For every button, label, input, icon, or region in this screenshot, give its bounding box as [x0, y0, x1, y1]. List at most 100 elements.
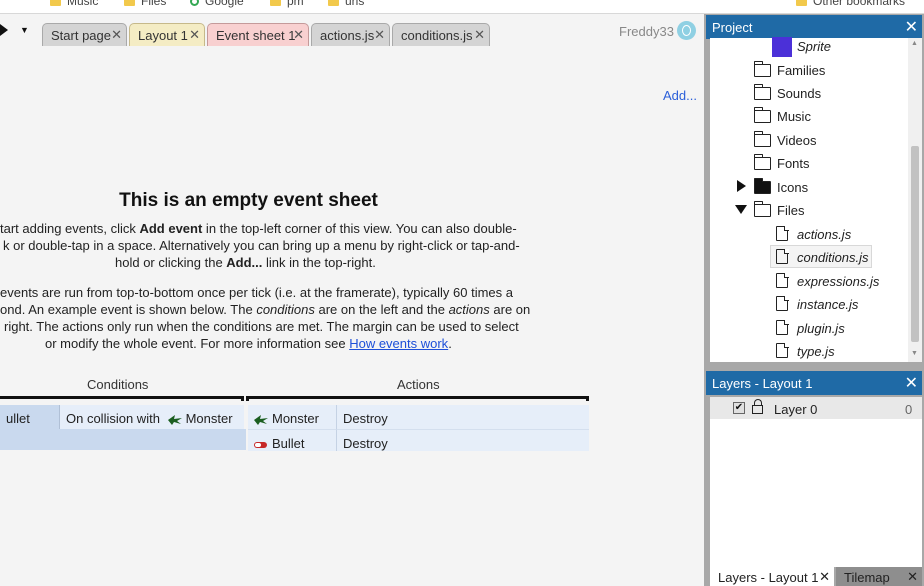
folder-icon — [753, 107, 771, 123]
folder-icon — [753, 84, 771, 100]
layers-list[interactable] — [710, 397, 922, 567]
actions-bracket — [246, 396, 589, 401]
tab-start-page[interactable]: Start page ✕ — [42, 23, 127, 46]
folder-icon — [796, 0, 807, 6]
dropdown-arrow-icon[interactable]: ▼ — [20, 25, 29, 35]
folder-icon — [50, 0, 61, 6]
google-icon — [190, 0, 199, 7]
tree-item-expressions-js[interactable]: expressions.js — [797, 274, 879, 289]
actions-header: Actions — [397, 377, 440, 392]
action-destroy[interactable]: Destroy — [337, 429, 589, 451]
monster-icon — [254, 414, 268, 425]
tree-item-videos[interactable]: Videos — [777, 133, 817, 148]
conditions-header: Conditions — [87, 377, 149, 392]
file-icon — [776, 319, 789, 335]
tree-item-fonts[interactable]: Fonts — [777, 156, 810, 171]
help-text-line: k or double-tap in a space. Alternativel… — [3, 238, 520, 253]
tree-item-files[interactable]: Files — [777, 203, 804, 218]
condition-margin[interactable] — [0, 429, 246, 450]
empty-sheet-title: This is an empty event sheet — [119, 190, 378, 211]
close-icon[interactable]: ✕ — [905, 373, 918, 393]
folder-icon — [753, 178, 771, 194]
bookmark-urls[interactable]: urls — [328, 0, 364, 8]
scrollbar-thumb[interactable] — [911, 146, 919, 342]
folder-icon — [124, 0, 135, 6]
tab-layers-layout-1[interactable]: Layers - Layout 1 ✕ — [710, 567, 834, 586]
close-icon[interactable]: ✕ — [819, 569, 830, 585]
tree-item-actions-js[interactable]: actions.js — [797, 227, 851, 242]
scroll-down-icon[interactable]: ▼ — [911, 350, 918, 357]
monster-icon — [167, 414, 182, 425]
avatar[interactable] — [677, 21, 696, 40]
play-icon[interactable] — [0, 24, 8, 36]
bullet-icon — [254, 441, 267, 448]
tree-item-sounds[interactable]: Sounds — [777, 86, 821, 101]
tab-actions-js[interactable]: actions.js ✕ — [311, 23, 390, 46]
project-scrollbar[interactable]: ▲ ▼ — [908, 38, 922, 362]
action-object-bullet[interactable]: Bullet — [248, 429, 337, 451]
how-events-work-link[interactable]: How events work — [349, 336, 448, 351]
bookmark-pm[interactable]: pm — [270, 0, 304, 8]
tab-bar: ▼ Start page ✕ Layout 1 ✕ Event sheet 1 ✕ a… — [0, 14, 704, 47]
condition-object[interactable]: ullet — [0, 405, 60, 429]
folder-icon — [753, 131, 771, 147]
bookmarks-bar: Music Files Google pm urls Other bookmar… — [0, 0, 924, 14]
lock-icon[interactable] — [752, 399, 763, 414]
user-name[interactable]: Freddy33 — [619, 24, 674, 39]
tab-conditions-js[interactable]: conditions.js ✕ — [392, 23, 490, 46]
close-icon[interactable]: ✕ — [189, 27, 200, 43]
folder-icon — [270, 0, 281, 6]
help-text-line: tart adding events, click Add event in t… — [0, 221, 517, 236]
bookmark-google[interactable]: Google — [190, 0, 244, 8]
tree-item-conditions-js[interactable]: conditions.js — [797, 250, 869, 265]
help-text-line: or modify the whole event. For more info… — [45, 336, 452, 351]
tree-item-type-js[interactable]: type.js — [797, 344, 835, 359]
tree-item-instance-js[interactable]: instance.js — [797, 297, 858, 312]
action-destroy[interactable]: Destroy — [337, 405, 589, 429]
tree-item-music[interactable]: Music — [777, 109, 811, 124]
help-text-line: hold or clicking the Add... link in the … — [115, 255, 376, 270]
tab-layout-1[interactable]: Layout 1 ✕ — [129, 23, 205, 46]
scroll-up-icon[interactable]: ▲ — [911, 40, 918, 47]
close-icon[interactable]: ✕ — [293, 27, 304, 43]
tree-item-icons[interactable]: Icons — [777, 180, 808, 195]
file-icon — [776, 342, 789, 358]
sprite-icon — [772, 37, 792, 57]
layer-name[interactable]: Layer 0 — [774, 402, 817, 417]
collapse-arrow-icon[interactable] — [735, 205, 747, 214]
conditions-bracket — [0, 396, 244, 401]
close-icon[interactable]: ✕ — [474, 27, 485, 43]
layer-index: 0 — [905, 402, 913, 417]
folder-icon — [753, 201, 771, 217]
bookmark-files[interactable]: Files — [124, 0, 166, 8]
file-icon — [776, 225, 789, 241]
action-object-monster[interactable]: Monster — [248, 405, 337, 429]
file-icon — [776, 295, 789, 311]
tab-event-sheet-1[interactable]: Event sheet 1 ✕ — [207, 23, 309, 46]
tree-item-families[interactable]: Families — [777, 63, 825, 78]
expand-arrow-icon[interactable] — [737, 180, 746, 192]
close-icon[interactable]: ✕ — [374, 27, 385, 43]
bookmark-other[interactable]: Other bookmarks — [796, 0, 905, 8]
help-text-line: ond. An example event is shown below. Th… — [0, 302, 531, 317]
tab-tilemap[interactable]: Tilemap ✕ — [836, 567, 922, 586]
event-sheet-area[interactable]: ▼ Start page ✕ Layout 1 ✕ Event sheet 1 ✕ a… — [0, 14, 704, 586]
layer-visible-checkbox[interactable]: ✔ — [733, 402, 745, 414]
file-icon — [776, 272, 789, 288]
help-text-line: events are run from top-to-bottom once p… — [0, 285, 513, 300]
help-text-line: right. The actions only run when the con… — [4, 319, 519, 334]
layers-panel-header: Layers - Layout 1 ✕ — [706, 371, 922, 395]
folder-icon — [753, 154, 771, 170]
project-panel-header: Project ✕ — [706, 15, 922, 39]
condition-row[interactable]: On collision with Monster — [60, 405, 244, 429]
tree-item-plugin-js[interactable]: plugin.js — [797, 321, 845, 336]
bookmark-music[interactable]: Music — [50, 0, 98, 8]
close-icon[interactable]: ✕ — [907, 569, 918, 585]
folder-icon — [753, 61, 771, 77]
add-event-link[interactable]: Add... — [663, 88, 697, 103]
folder-icon — [328, 0, 339, 6]
tree-item-sprite[interactable]: Sprite — [797, 39, 831, 54]
close-icon[interactable]: ✕ — [111, 27, 122, 43]
file-icon — [776, 248, 789, 264]
close-icon[interactable]: ✕ — [905, 17, 918, 37]
